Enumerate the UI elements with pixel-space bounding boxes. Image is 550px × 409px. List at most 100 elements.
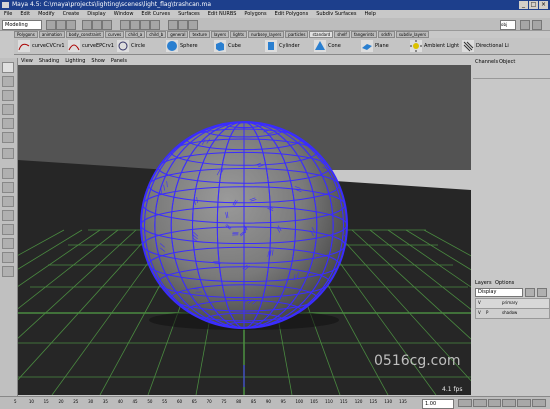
shelf-button-cylinder[interactable]: Cylinder [265, 40, 300, 52]
layer-type-dropdown[interactable]: Display [475, 288, 523, 297]
layout-graph-icon[interactable] [2, 238, 14, 249]
shelf-tab-active[interactable]: standard [309, 31, 333, 38]
layer-row-shadow[interactable]: V P shadow [475, 308, 550, 319]
last-tool-icon[interactable] [2, 148, 14, 159]
menu-edit[interactable]: Edit [16, 10, 34, 18]
move-tool-icon[interactable] [2, 90, 14, 101]
step-forward-icon[interactable] [517, 399, 531, 407]
shelf-tab[interactable]: texture [189, 31, 209, 38]
menu-set-dropdown[interactable]: Modeling [2, 20, 42, 30]
select-tool-icon[interactable] [2, 62, 14, 73]
options-tab[interactable]: Options [495, 280, 514, 286]
perspective-viewport[interactable]: 0516cg.com 4.1 fps [18, 65, 471, 395]
manipulator-tool-icon[interactable] [2, 132, 14, 143]
snap-point-icon[interactable] [140, 20, 150, 30]
play-forward-icon[interactable] [502, 399, 516, 407]
shelf-button-curveep[interactable]: curveEPCrv1 [68, 40, 114, 52]
menu-edit-polygons[interactable]: Edit Polygons [271, 10, 313, 18]
quick-select-field[interactable]: obj [500, 20, 516, 30]
new-scene-icon[interactable] [46, 20, 56, 30]
menu-edit-nurbs[interactable]: Edit NURBS [204, 10, 241, 18]
attribute-editor-toggle-icon[interactable] [532, 20, 542, 30]
panel-menu-panels[interactable]: Panels [108, 58, 130, 65]
select-hierarchy-icon[interactable] [82, 20, 92, 30]
shelf-tab[interactable]: shelf [334, 31, 350, 38]
shelf-button-curvecv[interactable]: curveCVCrv1 [18, 40, 65, 52]
snap-view-icon[interactable] [150, 20, 160, 30]
new-layer-selected-icon[interactable] [537, 288, 547, 297]
maximize-button[interactable]: □ [529, 1, 538, 9]
shelf-tab[interactable]: nurbsey_layers [248, 31, 284, 38]
menu-surfaces[interactable]: Surfaces [174, 10, 204, 18]
channel-box-toggle-icon[interactable] [520, 20, 530, 30]
shelf-button-cube[interactable]: Cube [214, 40, 241, 52]
rotate-tool-icon[interactable] [2, 104, 14, 115]
ipr-render-icon[interactable] [188, 20, 198, 30]
shelf-tab[interactable]: sdsfn [378, 31, 395, 38]
shelf-tab[interactable]: body_constraint [66, 31, 104, 38]
select-object-icon[interactable] [92, 20, 102, 30]
go-start-icon[interactable] [458, 399, 472, 407]
shelf-tab[interactable]: child_a [125, 31, 145, 38]
save-scene-icon[interactable] [66, 20, 76, 30]
shelf-button-plane[interactable]: Plane [361, 40, 389, 52]
object-tab[interactable]: Object [499, 59, 515, 65]
channel-box[interactable] [473, 78, 550, 279]
shelf-button-directional-light[interactable]: Directional Li [462, 40, 509, 52]
layout-outliner-icon[interactable] [2, 224, 14, 235]
menu-subdiv-surfaces[interactable]: Subdiv Surfaces [312, 10, 360, 18]
menu-window[interactable]: Window [110, 10, 138, 18]
layer-visibility[interactable]: V [478, 300, 481, 305]
time-slider[interactable]: 5101520253035404550556065707580859095100… [0, 396, 550, 409]
layout-stack-icon[interactable] [2, 210, 14, 221]
menu-create[interactable]: Create [59, 10, 84, 18]
panel-menu-show[interactable]: Show [88, 58, 108, 65]
layout-side-icon[interactable] [2, 196, 14, 207]
layout-four-icon[interactable] [2, 182, 14, 193]
layout-hypershade-icon[interactable] [2, 252, 14, 263]
render-icon[interactable] [178, 20, 188, 30]
new-layer-icon[interactable] [525, 288, 535, 297]
menu-edit-curves[interactable]: Edit Curves [137, 10, 174, 18]
shelf-tab[interactable]: fangerints [351, 31, 377, 38]
shelf-tab[interactable]: animation [39, 31, 65, 38]
close-button[interactable]: × [539, 1, 548, 9]
shelf-tab[interactable]: layers [211, 31, 229, 38]
panel-menu-view[interactable]: View [18, 58, 36, 65]
shelf-button-cone[interactable]: Cone [314, 40, 341, 52]
shelf-tab[interactable]: Polygons [14, 31, 38, 38]
layers-tab[interactable]: Layers [475, 280, 492, 286]
shelf-tab[interactable]: lights [230, 31, 247, 38]
shelf-tab[interactable]: curves [105, 31, 124, 38]
layout-single-icon[interactable] [2, 168, 14, 179]
shelf-button-circle[interactable]: Circle [117, 40, 145, 52]
panel-menu-lighting[interactable]: Lighting [62, 58, 88, 65]
shelf-tab[interactable]: child_b [146, 31, 166, 38]
minimize-button[interactable]: _ [519, 1, 528, 9]
select-component-icon[interactable] [102, 20, 112, 30]
scale-tool-icon[interactable] [2, 118, 14, 129]
open-scene-icon[interactable] [56, 20, 66, 30]
panel-menu-shading[interactable]: Shading [36, 58, 62, 65]
lasso-tool-icon[interactable] [2, 76, 14, 87]
shelf-tab[interactable]: particles [285, 31, 308, 38]
layer-visibility[interactable]: V [478, 310, 481, 315]
menu-help[interactable]: Help [360, 10, 379, 18]
channels-tab[interactable]: Channels [475, 59, 498, 65]
shelf-tab[interactable]: subdiv_layers [396, 31, 429, 38]
play-back-icon[interactable] [488, 399, 502, 407]
layout-render-icon[interactable] [2, 266, 14, 277]
layer-playback[interactable]: P [486, 310, 488, 315]
snap-curve-icon[interactable] [130, 20, 140, 30]
shelf-tab[interactable]: general [167, 31, 188, 38]
snap-grid-icon[interactable] [120, 20, 130, 30]
go-end-icon[interactable] [532, 399, 546, 407]
menu-modify[interactable]: Modify [34, 10, 59, 18]
menu-display[interactable]: Display [83, 10, 109, 18]
shelf-button-ambient-light[interactable]: Ambient Light [410, 40, 459, 52]
history-icon[interactable] [168, 20, 178, 30]
shelf-button-sphere[interactable]: Sphere [166, 40, 198, 52]
menu-polygons[interactable]: Polygons [240, 10, 270, 18]
step-back-icon[interactable] [473, 399, 487, 407]
menu-file[interactable]: File [0, 10, 16, 18]
